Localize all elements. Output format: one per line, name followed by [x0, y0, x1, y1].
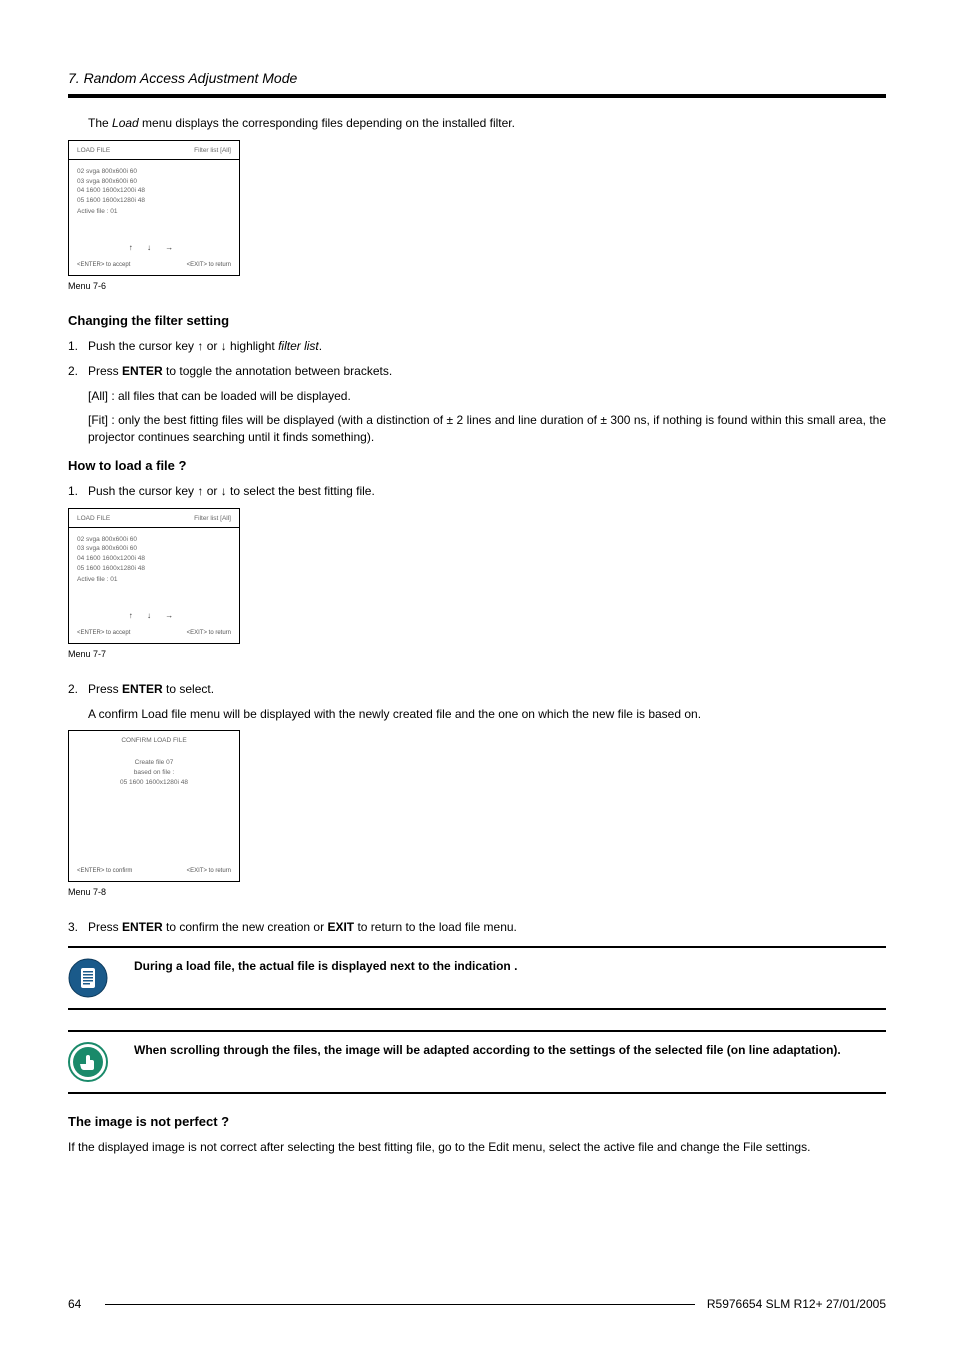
- notperfect-body: If the displayed image is not correct af…: [68, 1139, 886, 1156]
- menu78-footer-right: <EXIT> to return: [187, 868, 231, 875]
- c2-strong: ENTER: [122, 364, 163, 378]
- step-num: 1.: [68, 483, 88, 500]
- step-num: 2.: [68, 681, 88, 698]
- c1-post: .: [319, 339, 322, 353]
- menu-box-7-7: LOAD FILE Filter list [All] 02 svga 800x…: [68, 508, 240, 644]
- intro-em: Load: [112, 116, 139, 130]
- h1-text: Push the cursor key ↑ or ↓ to select the…: [88, 483, 375, 500]
- menu77-footer-left: <ENTER> to accept: [77, 630, 130, 637]
- changing-step-1: 1. Push the cursor key ↑ or ↓ highlight …: [68, 338, 886, 355]
- h2-pre: Press: [88, 682, 122, 696]
- h3-post: to return to the load file menu.: [354, 920, 517, 934]
- menu76-line-1: 03 svga 800x600i 60: [77, 178, 231, 186]
- menu76-rule: [69, 159, 239, 160]
- note-1: During a load file, the actual file is d…: [68, 946, 886, 1010]
- c1-pre: Push the cursor key ↑ or ↓ highlight: [88, 339, 278, 353]
- heading-notperfect: The image is not perfect ?: [68, 1114, 886, 1129]
- menu78-line-0: Create file 07: [77, 759, 231, 767]
- c2-post: to toggle the annotation between bracket…: [163, 364, 393, 378]
- document-icon: [68, 958, 108, 998]
- menu78-line-1: based on file :: [77, 769, 231, 777]
- menu78-line-2: 05 1600 1600x1280i 48: [77, 779, 231, 787]
- c2-pre: Press: [88, 364, 122, 378]
- footer-rule: [105, 1304, 695, 1305]
- menu77-line-2: 04 1600 1600x1200i 48: [77, 555, 231, 563]
- note-1-text: During a load file, the actual file is d…: [134, 958, 886, 974]
- menu76-nav: ↑ ↓ →: [69, 243, 239, 253]
- changing-step-2: 2. Press ENTER to toggle the annotation …: [68, 363, 886, 380]
- note-rule-top: [68, 946, 886, 948]
- menu76-line-0: 02 svga 800x600i 60: [77, 168, 231, 176]
- h3-mid: to confirm the new creation or: [163, 920, 328, 934]
- page-number: 64: [68, 1297, 81, 1311]
- changing-steps: 1. Push the cursor key ↑ or ↓ highlight …: [68, 338, 886, 380]
- footer-doc: R5976654 SLM R12+ 27/01/2005: [707, 1297, 886, 1311]
- intro-pre: The: [88, 116, 112, 130]
- h2-post: to select.: [163, 682, 214, 696]
- heading-howto: How to load a file ?: [68, 458, 886, 473]
- note-rule-top: [68, 1030, 886, 1032]
- menu77-active: Active file : 01: [77, 576, 231, 584]
- menu77-rule: [69, 527, 239, 528]
- menu-box-7-6: LOAD FILE Filter list [All] 02 svga 800x…: [68, 140, 240, 276]
- howto-step-2: 2. Press ENTER to select.: [68, 681, 886, 698]
- menu77-title-left: LOAD FILE: [77, 515, 110, 523]
- h3-strong1: ENTER: [122, 920, 163, 934]
- heading-changing: Changing the filter setting: [68, 313, 886, 328]
- menu76-active: Active file : 01: [77, 208, 231, 216]
- intro-paragraph: The Load menu displays the corresponding…: [88, 116, 886, 130]
- page-footer: 64 R5976654 SLM R12+ 27/01/2005: [68, 1297, 886, 1311]
- pointer-icon: [68, 1042, 108, 1082]
- step-num: 1.: [68, 338, 88, 355]
- header-rule: [68, 94, 886, 98]
- howto-step-3: 3. Press ENTER to confirm the new creati…: [68, 919, 886, 936]
- menu77-line-3: 05 1600 1600x1280i 48: [77, 565, 231, 573]
- note-2: When scrolling through the files, the im…: [68, 1030, 886, 1094]
- howto-steps-1: 1. Push the cursor key ↑ or ↓ to select …: [68, 483, 886, 500]
- menu77-caption: Menu 7-7: [68, 649, 886, 659]
- menu76-caption: Menu 7-6: [68, 281, 886, 291]
- howto-steps-2: 2. Press ENTER to select.: [68, 681, 886, 698]
- note-2-text: When scrolling through the files, the im…: [134, 1042, 886, 1058]
- howto-steps-3: 3. Press ENTER to confirm the new creati…: [68, 919, 886, 936]
- fit-desc: [Fit] : only the best fitting files will…: [88, 412, 886, 446]
- menu76-footer-left: <ENTER> to accept: [77, 262, 130, 269]
- c1-em: filter list: [278, 339, 319, 353]
- h3-pre: Press: [88, 920, 122, 934]
- step-num: 2.: [68, 363, 88, 380]
- h2-strong: ENTER: [122, 682, 163, 696]
- section-header: 7. Random Access Adjustment Mode: [68, 70, 886, 86]
- menu-box-7-8: CONFIRM LOAD FILE Create file 07 based o…: [68, 730, 240, 882]
- menu78-title: CONFIRM LOAD FILE: [77, 737, 231, 745]
- menu76-title-right: Filter list [All]: [194, 147, 231, 155]
- menu76-footer-right: <EXIT> to return: [187, 262, 231, 269]
- menu78-caption: Menu 7-8: [68, 887, 886, 897]
- menu76-line-2: 04 1600 1600x1200i 48: [77, 187, 231, 195]
- all-desc: [All] : all files that can be loaded wil…: [88, 388, 886, 405]
- menu77-line-0: 02 svga 800x600i 60: [77, 536, 231, 544]
- h3-strong2: EXIT: [327, 920, 354, 934]
- menu76-title-left: LOAD FILE: [77, 147, 110, 155]
- step-num: 3.: [68, 919, 88, 936]
- menu77-nav: ↑ ↓ →: [69, 611, 239, 621]
- menu77-line-1: 03 svga 800x600i 60: [77, 545, 231, 553]
- menu77-title-right: Filter list [All]: [194, 515, 231, 523]
- note-rule-bottom: [68, 1092, 886, 1094]
- menu78-footer-left: <ENTER> to confirm: [77, 868, 132, 875]
- menu77-footer-right: <EXIT> to return: [187, 630, 231, 637]
- menu76-line-3: 05 1600 1600x1280i 48: [77, 197, 231, 205]
- howto-step-1: 1. Push the cursor key ↑ or ↓ to select …: [68, 483, 886, 500]
- h2-desc: A confirm Load file menu will be display…: [88, 706, 886, 723]
- note-rule-bottom: [68, 1008, 886, 1010]
- intro-post: menu displays the corresponding files de…: [139, 116, 515, 130]
